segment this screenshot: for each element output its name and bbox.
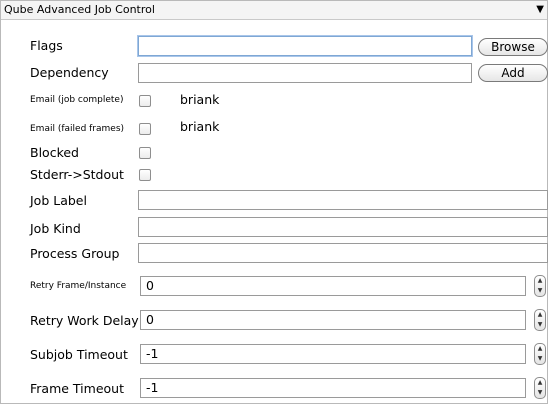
subjob-timeout-input[interactable]: -1 (140, 344, 526, 364)
process-group-input[interactable] (138, 243, 548, 263)
process-group-label: Process Group (30, 246, 120, 261)
panel-title: Qube Advanced Job Control (4, 3, 155, 16)
retry-frame-stepper[interactable]: ▲ ▼ (534, 275, 546, 297)
email-complete-checkbox[interactable] (139, 95, 151, 107)
retry-delay-input[interactable]: 0 (140, 310, 526, 330)
retry-delay-label: Retry Work Delay (30, 313, 139, 328)
stderr-stdout-label: Stderr->Stdout (30, 167, 124, 182)
flags-label: Flags (30, 38, 63, 53)
dependency-label: Dependency (30, 65, 109, 80)
blocked-label: Blocked (30, 145, 79, 160)
flags-input[interactable] (138, 36, 472, 56)
browse-button[interactable]: Browse (478, 38, 548, 56)
frame-timeout-input[interactable]: -1 (140, 378, 526, 398)
email-complete-label: Email (job complete) (30, 95, 124, 105)
panel-header[interactable]: Qube Advanced Job Control ▼ (1, 1, 547, 20)
stepper-down-icon[interactable]: ▼ (535, 354, 545, 364)
collapse-arrow-icon[interactable]: ▼ (536, 2, 544, 18)
stderr-stdout-checkbox[interactable] (139, 169, 151, 181)
retry-delay-stepper[interactable]: ▲ ▼ (534, 309, 546, 331)
retry-frame-input[interactable]: 0 (140, 276, 526, 296)
stepper-down-icon[interactable]: ▼ (535, 388, 545, 398)
job-kind-label: Job Kind (30, 221, 81, 236)
frame-timeout-stepper[interactable]: ▲ ▼ (534, 377, 546, 399)
job-kind-input[interactable] (138, 217, 548, 237)
job-label-label: Job Label (30, 193, 87, 208)
retry-frame-label: Retry Frame/Instance (30, 281, 127, 291)
blocked-checkbox[interactable] (139, 147, 151, 159)
stepper-up-icon[interactable]: ▲ (535, 378, 545, 388)
stepper-up-icon[interactable]: ▲ (535, 276, 545, 286)
email-complete-user[interactable]: briank (180, 92, 219, 108)
advanced-job-control-panel: Qube Advanced Job Control ▼ Flags Browse… (0, 0, 548, 404)
stepper-down-icon[interactable]: ▼ (535, 320, 545, 330)
frame-timeout-label: Frame Timeout (30, 381, 124, 396)
email-failed-user[interactable]: briank (180, 119, 219, 135)
stepper-down-icon[interactable]: ▼ (535, 286, 545, 296)
subjob-timeout-stepper[interactable]: ▲ ▼ (534, 343, 546, 365)
email-failed-checkbox[interactable] (139, 123, 151, 135)
email-failed-label: Email (failed frames) (30, 124, 125, 134)
subjob-timeout-label: Subjob Timeout (30, 347, 128, 362)
dependency-input[interactable] (138, 63, 472, 83)
add-button[interactable]: Add (478, 64, 548, 82)
stepper-up-icon[interactable]: ▲ (535, 344, 545, 354)
stepper-up-icon[interactable]: ▲ (535, 310, 545, 320)
job-label-input[interactable] (138, 190, 548, 210)
